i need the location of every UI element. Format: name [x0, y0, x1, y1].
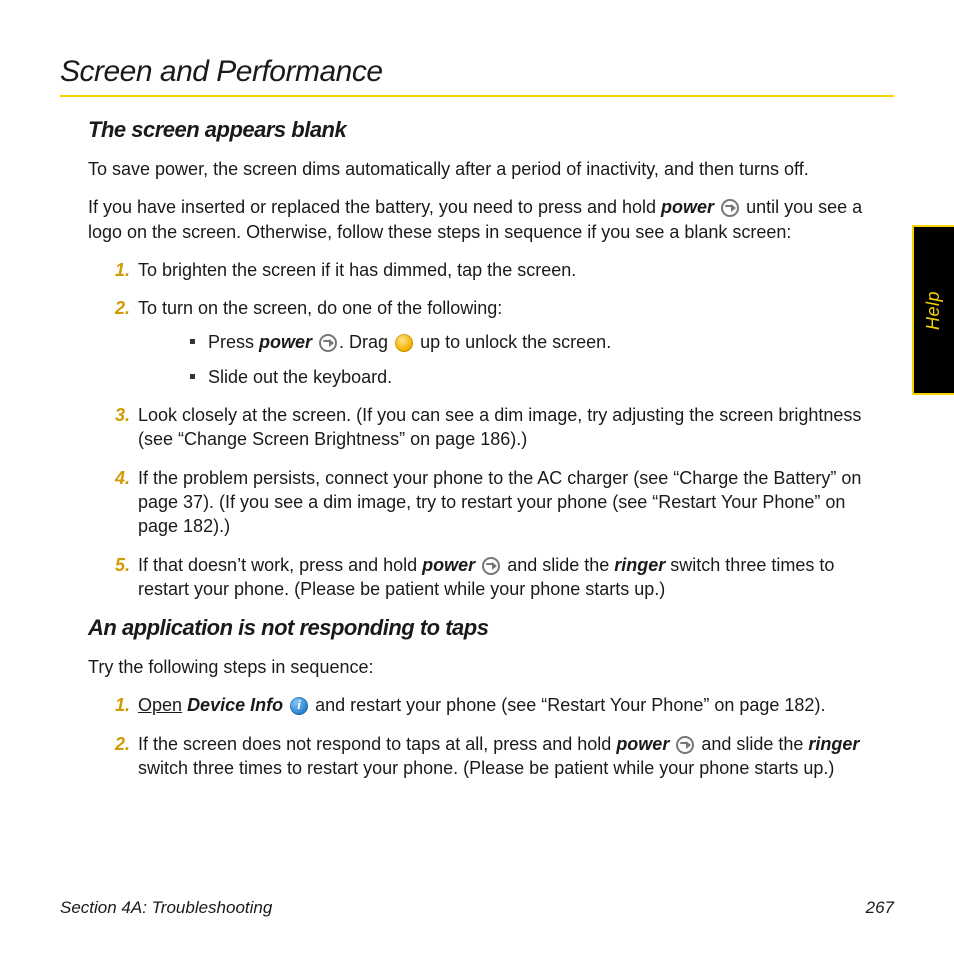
list-item: Press power . Drag up to unlock the scre…	[208, 330, 886, 354]
emphasis-power: power	[422, 555, 475, 575]
list-item: 4. If the problem persists, connect your…	[134, 466, 886, 539]
paragraph: To save power, the screen dims automatic…	[88, 157, 886, 181]
list-item: 3. Look closely at the screen. (If you c…	[134, 403, 886, 452]
list-item: Slide out the keyboard.	[208, 365, 886, 389]
text: and slide the	[502, 555, 614, 575]
power-icon	[721, 199, 739, 217]
list-number: 2.	[104, 296, 130, 320]
side-tab: Help	[912, 225, 954, 395]
power-icon	[676, 736, 694, 754]
subheading-blank-screen: The screen appears blank	[88, 117, 886, 143]
paragraph: If you have inserted or replaced the bat…	[88, 195, 886, 244]
side-tab-label: Help	[924, 290, 945, 329]
link-text: Open	[138, 695, 182, 715]
paragraph: Try the following steps in sequence:	[88, 655, 886, 679]
power-icon	[482, 557, 500, 575]
sub-list: Press power . Drag up to unlock the scre…	[138, 330, 886, 389]
list-number: 5.	[104, 553, 130, 577]
device-info-icon	[290, 697, 308, 715]
text: If that doesn’t work, press and hold	[138, 555, 422, 575]
emphasis-power: power	[616, 734, 669, 754]
drag-up-icon	[395, 334, 413, 352]
text: and restart your phone (see “Restart You…	[310, 695, 825, 715]
numbered-list: 1. Open Device Info and restart your pho…	[88, 693, 886, 780]
list-item: 2. If the screen does not respond to tap…	[134, 732, 886, 781]
power-icon	[319, 334, 337, 352]
numbered-list: 1. To brighten the screen if it has dimm…	[88, 258, 886, 601]
footer: Section 4A: Troubleshooting 267	[60, 898, 894, 918]
text: If you have inserted or replaced the bat…	[88, 197, 661, 217]
text: Press	[208, 332, 259, 352]
list-number: 1.	[104, 693, 130, 717]
emphasis-ringer: ringer	[614, 555, 665, 575]
text: . Drag	[339, 332, 393, 352]
footer-section: Section 4A: Troubleshooting	[60, 898, 272, 918]
text: Slide out the keyboard.	[208, 367, 392, 387]
text: If the problem persists, connect your ph…	[138, 468, 861, 537]
emphasis-power: power	[259, 332, 312, 352]
content-area: The screen appears blank To save power, …	[60, 117, 894, 780]
text: Look closely at the screen. (If you can …	[138, 405, 861, 449]
emphasis-power: power	[661, 197, 714, 217]
list-number: 4.	[104, 466, 130, 490]
subheading-app-not-responding: An application is not responding to taps	[88, 615, 886, 641]
text: To brighten the screen if it has dimmed,…	[138, 260, 576, 280]
text: and slide the	[696, 734, 808, 754]
footer-page-number: 267	[866, 898, 894, 918]
emphasis-ringer: ringer	[808, 734, 859, 754]
emphasis-device-info: Device Info	[187, 695, 283, 715]
list-item: 2. To turn on the screen, do one of the …	[134, 296, 886, 389]
text: up to unlock the screen.	[415, 332, 611, 352]
page-title: Screen and Performance	[60, 55, 894, 89]
list-number: 1.	[104, 258, 130, 282]
list-item: 1. To brighten the screen if it has dimm…	[134, 258, 886, 282]
text: switch three times to restart your phone…	[138, 758, 834, 778]
list-number: 3.	[104, 403, 130, 427]
list-item: 5. If that doesn’t work, press and hold …	[134, 553, 886, 602]
list-number: 2.	[104, 732, 130, 756]
text: If the screen does not respond to taps a…	[138, 734, 616, 754]
divider	[60, 95, 894, 97]
list-item: 1. Open Device Info and restart your pho…	[134, 693, 886, 717]
manual-page: Screen and Performance The screen appear…	[0, 0, 954, 954]
text: To turn on the screen, do one of the fol…	[138, 298, 502, 318]
